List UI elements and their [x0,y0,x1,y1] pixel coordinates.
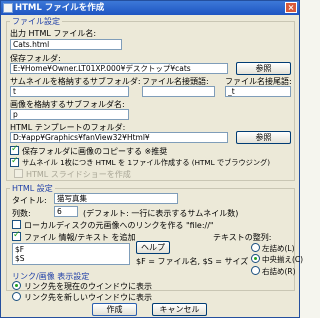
text-align-label: テキストの整列: [213,233,272,242]
filename-suffix-field[interactable] [225,86,291,97]
link-new-window-label: リンク先を新しいウインドウに表示 [24,293,152,302]
link-new-window-radio[interactable] [12,292,21,301]
columns-field[interactable] [54,206,78,217]
title-field[interactable] [54,193,178,204]
output-name-label: 出力 HTML ファイル名: [10,29,97,38]
help-hint: $F = ファイル名, $S = サイズ [136,257,249,266]
image-subfolder-field[interactable] [10,109,129,120]
align-right-label: 右詰め(R) [262,267,296,276]
file-settings-legend: ファイル設定 [10,16,62,27]
local-original-link-checkbox[interactable] [12,220,21,229]
cancel-button[interactable]: キャンセル [152,303,207,316]
slideshow-label: HTML スライドショーを作成 [26,170,131,179]
columns-hint: (デフォルト: 一行に表示するサムネイル数) [83,209,239,218]
one-html-per-thumb-checkbox[interactable] [10,156,19,167]
local-original-link-label: ローカルディスクの元画像へのリンクを作る "file://" [24,221,214,230]
filename-prefix-field[interactable] [142,86,215,97]
thumb-subfolder-field[interactable] [10,86,129,97]
copy-images-label: 保存フォルダに画像のコピーする ※推奨 [22,147,168,156]
align-left-radio[interactable] [251,243,260,252]
link-same-window-label: リンク先を現在のウインドウに表示 [24,282,152,291]
create-button[interactable]: 作成 [92,303,137,316]
title-bar: HTML ファイルを作成 × [1,1,299,15]
save-folder-browse-button[interactable]: 参照 [236,62,291,75]
file-info-textarea[interactable]: $F $S [12,243,130,265]
title-label: タイトル: [12,196,47,205]
one-html-per-thumb-label: サムネイル 1枚につき HTML を 1ファイル作成する (HTML でブラウジ… [22,158,271,167]
align-right-radio[interactable] [251,266,260,275]
file-info-checkbox[interactable] [12,230,21,241]
dialog-window: HTML ファイルを作成 × ファイル設定 出力 HTML ファイル名: 保存フ… [0,0,304,318]
template-folder-field[interactable] [10,132,228,143]
template-folder-browse-button[interactable]: 参照 [236,131,291,144]
file-info-label: ファイル 情報/テキスト を追加 [24,233,136,242]
align-center-label: 中央揃え(C) [262,255,304,264]
link-same-window-radio[interactable] [12,281,21,290]
slideshow-checkbox [14,169,23,178]
columns-label: 列数: [12,209,31,218]
html-settings-legend: HTML 設定 [10,183,55,194]
output-name-field[interactable] [10,39,122,50]
align-left-label: 左詰め(L) [262,244,295,253]
save-folder-field[interactable] [10,63,228,74]
close-button[interactable]: × [285,2,297,13]
help-button[interactable]: ヘルプ [136,241,170,254]
copy-images-checkbox[interactable] [10,144,19,155]
window-title: HTML ファイルを作成 [15,3,105,13]
app-icon [3,3,13,13]
align-center-radio[interactable] [251,254,260,263]
